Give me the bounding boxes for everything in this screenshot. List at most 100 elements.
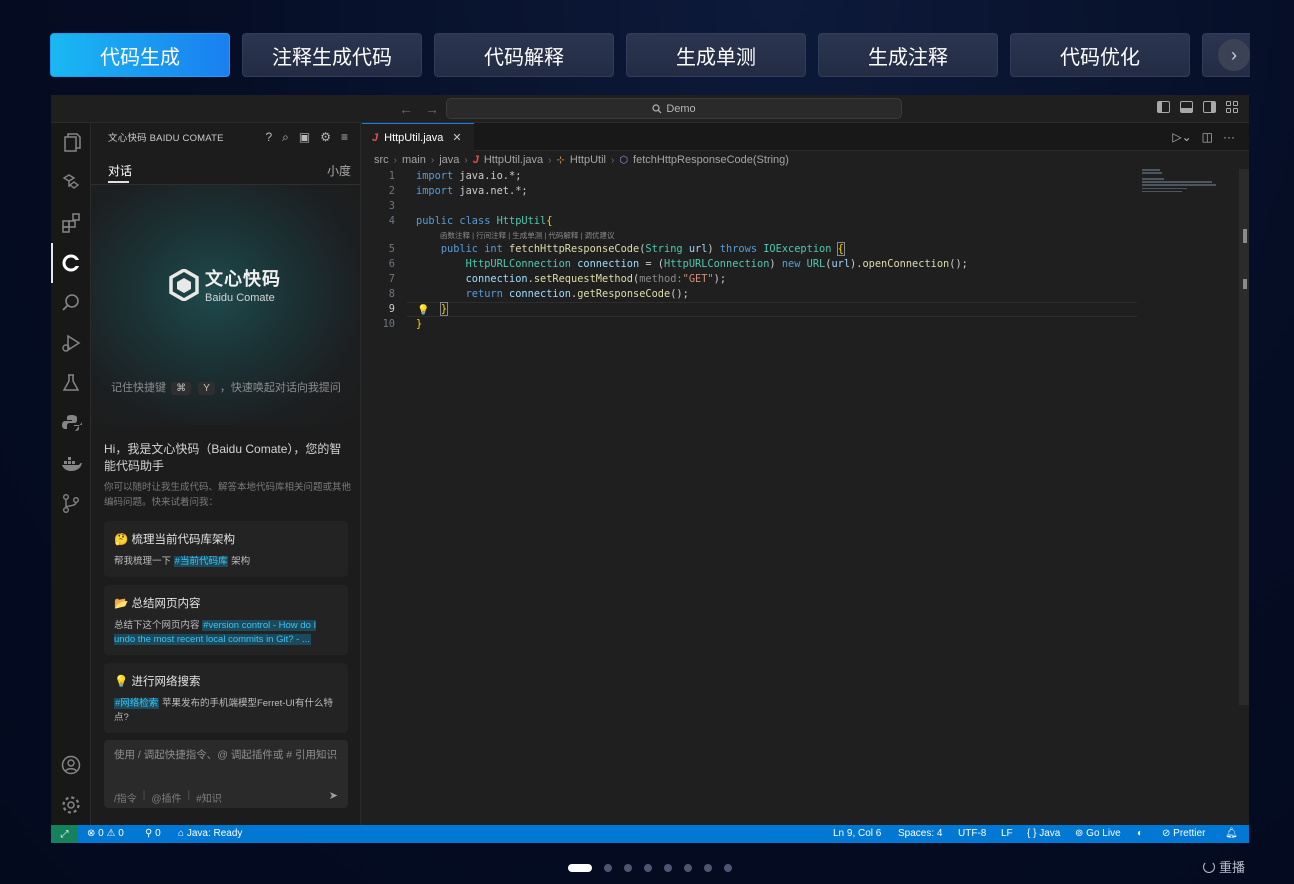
comate-status-icon[interactable]: ◐: [1137, 828, 1143, 839]
code-line: public int fetchHttpResponseCode(String …: [440, 242, 845, 256]
comate-icon[interactable]: [51, 243, 91, 283]
tag-web-search: #网络检索: [114, 698, 160, 709]
line-number: 2: [388, 185, 395, 197]
extensions-icon[interactable]: [51, 203, 91, 243]
go-live[interactable]: ⊚ Go Live: [1075, 828, 1121, 839]
back-arrow-icon[interactable]: ←: [399, 101, 413, 117]
search-icon[interactable]: [51, 283, 91, 323]
nav-arrows: ← →: [399, 101, 439, 117]
editor-tab-httputil[interactable]: J HttpUtil.java ✕: [362, 123, 474, 151]
close-icon[interactable]: ✕: [452, 131, 461, 144]
java-status[interactable]: ⌂ Java: Ready: [178, 828, 242, 839]
breadcrumb: src › main › java › J HttpUtil.java › ⊹ HttpUt…: [374, 154, 789, 166]
line-ending[interactable]: LF: [1001, 828, 1013, 839]
settings-icon[interactable]: ⚙: [320, 130, 331, 145]
settings-gear-icon[interactable]: [51, 785, 91, 825]
code-editor: J HttpUtil.java ✕ ▷⌄ ◫ ··· src › main › ja…: [362, 123, 1249, 825]
docker-icon[interactable]: [51, 443, 91, 483]
pager-dot[interactable]: [664, 864, 672, 872]
indentation[interactable]: Spaces: 4: [898, 828, 942, 839]
panel-header-actions: ? ⌕ ▣ ⚙ ≡: [265, 130, 348, 145]
line-number: 10: [382, 318, 395, 330]
account-icon[interactable]: [51, 745, 91, 785]
tab-code-generation[interactable]: 代码生成: [50, 33, 230, 77]
command-center-search[interactable]: Demo: [446, 98, 902, 119]
knowledge-shortcut[interactable]: #知识: [196, 790, 222, 805]
card-body: #网络检索 苹果发布的手机端模型Ferret-UI有什么特点?: [114, 698, 333, 723]
feature-tabs: 代码生成 注释生成代码 代码解释 生成单测 生成注释 代码优化: [50, 33, 1250, 77]
breadcrumb-item[interactable]: fetchHttpResponseCode(String): [633, 154, 789, 166]
toggle-primary-sidebar-icon[interactable]: [1157, 101, 1170, 113]
pager-dot[interactable]: [568, 864, 592, 872]
plugin-shortcut[interactable]: @插件: [151, 790, 181, 805]
help-icon[interactable]: ?: [265, 130, 272, 145]
run-icon[interactable]: ▷⌄: [1172, 130, 1191, 144]
current-line-highlight: [407, 302, 1137, 317]
greeting-subtext: 你可以随时让我生成代码、解答本地代码库相关问题或其他编码问题。快来试着问我：: [104, 482, 352, 508]
suggestion-card-web-search[interactable]: 💡 进行网络搜索 #网络检索 苹果发布的手机端模型Ferret-UI有什么特点?: [104, 663, 348, 733]
testing-flask-icon[interactable]: [51, 363, 91, 403]
breadcrumb-item[interactable]: HttpUtil.java: [484, 154, 543, 166]
plugins-icon[interactable]: ▣: [299, 130, 310, 145]
pager-dot[interactable]: [684, 864, 692, 872]
replay-label: 重播: [1219, 860, 1246, 875]
language-mode[interactable]: { } Java: [1027, 828, 1060, 839]
pager-dot[interactable]: [624, 864, 632, 872]
cursor-position[interactable]: Ln 9, Col 6: [833, 828, 881, 839]
explorer-icon[interactable]: [51, 123, 91, 163]
command-shortcut[interactable]: /指令: [114, 790, 137, 805]
chat-input-tools: /指令 | @插件 | #知识: [114, 790, 222, 805]
breadcrumb-item[interactable]: main: [402, 154, 426, 166]
customize-layout-icon[interactable]: [1226, 101, 1239, 113]
prettier[interactable]: ⊘ Prettier: [1162, 828, 1205, 839]
send-icon[interactable]: ➤: [329, 789, 338, 802]
code-lens-actions[interactable]: 函数注释 | 行间注释 | 生成单测 | 代码解释 | 调优建议: [362, 229, 1142, 242]
breadcrumb-item[interactable]: java: [439, 154, 459, 166]
scroll-marker: [1243, 229, 1247, 243]
forward-arrow-icon[interactable]: →: [425, 101, 439, 117]
remote-indicator-icon[interactable]: ⤢: [51, 825, 78, 843]
toggle-secondary-sidebar-icon[interactable]: [1203, 101, 1216, 113]
line-number: 6: [388, 258, 395, 270]
pager-dot[interactable]: [644, 864, 652, 872]
suggestion-card-webpage-summary[interactable]: 📂 总结网页内容 总结下这个网页内容 #version control - Ho…: [104, 585, 348, 655]
tab-code-explain[interactable]: 代码解释: [434, 33, 614, 77]
ports-status[interactable]: ⚲ 0: [145, 828, 161, 839]
notifications-bell-icon[interactable]: 🔔︎: [1225, 828, 1238, 839]
tab-generate-unit-test[interactable]: 生成单测: [626, 33, 806, 77]
chat-input[interactable]: 使用 / 调起快捷指令、@ 调起插件或 # 引用知识 /指令 | @插件 | #知识…: [104, 740, 348, 808]
tab-comment-to-code[interactable]: 注释生成代码: [242, 33, 422, 77]
python-icon[interactable]: [51, 403, 91, 443]
run-debug-icon[interactable]: [51, 323, 91, 363]
problems-status[interactable]: ⊗ 0 ⚠ 0: [87, 828, 124, 839]
toggle-panel-icon[interactable]: [1180, 101, 1193, 113]
code-area[interactable]: 1 import java.io.*; 2 import java.net.*; 3…: [362, 169, 1142, 332]
source-graph-icon[interactable]: [51, 163, 91, 203]
pager-dot[interactable]: [604, 864, 612, 872]
tab-chat[interactable]: 对话: [108, 162, 132, 183]
line-number: 9: [388, 303, 395, 315]
method-icon: ⬡: [619, 154, 629, 166]
hint-suffix: ，快速唤起对话向我提问: [219, 382, 341, 394]
breadcrumb-item[interactable]: HttpUtil: [570, 154, 606, 166]
menu-icon[interactable]: ≡: [341, 130, 348, 145]
tab-code-optimize[interactable]: 代码优化: [1010, 33, 1190, 77]
vertical-scrollbar[interactable]: [1239, 169, 1249, 705]
replay-button[interactable]: 重播: [1203, 857, 1245, 876]
tab-generate-comment[interactable]: 生成注释: [818, 33, 998, 77]
layout-controls: [1157, 101, 1239, 113]
panel-tabs: 对话 小度: [91, 157, 360, 185]
pager-dot[interactable]: [704, 864, 712, 872]
tab-xiaodu[interactable]: 小度: [327, 162, 351, 179]
minimap[interactable]: [1142, 169, 1242, 199]
breadcrumb-item[interactable]: src: [374, 154, 389, 166]
pager-dot[interactable]: [724, 864, 732, 872]
suggestion-card-architecture[interactable]: 🤔 梳理当前代码库架构 帮我梳理一下 #当前代码库 架构: [104, 521, 348, 577]
chevron-right-icon[interactable]: ›: [1218, 39, 1250, 71]
split-editor-icon[interactable]: ◫: [1202, 130, 1213, 144]
source-control-icon[interactable]: [51, 483, 91, 523]
encoding[interactable]: UTF-8: [958, 828, 986, 839]
chat-input-placeholder: 使用 / 调起快捷指令、@ 调起插件或 # 引用知识: [114, 749, 338, 761]
chat-history-icon[interactable]: ⌕: [282, 130, 289, 145]
more-actions-icon[interactable]: ···: [1223, 130, 1235, 144]
